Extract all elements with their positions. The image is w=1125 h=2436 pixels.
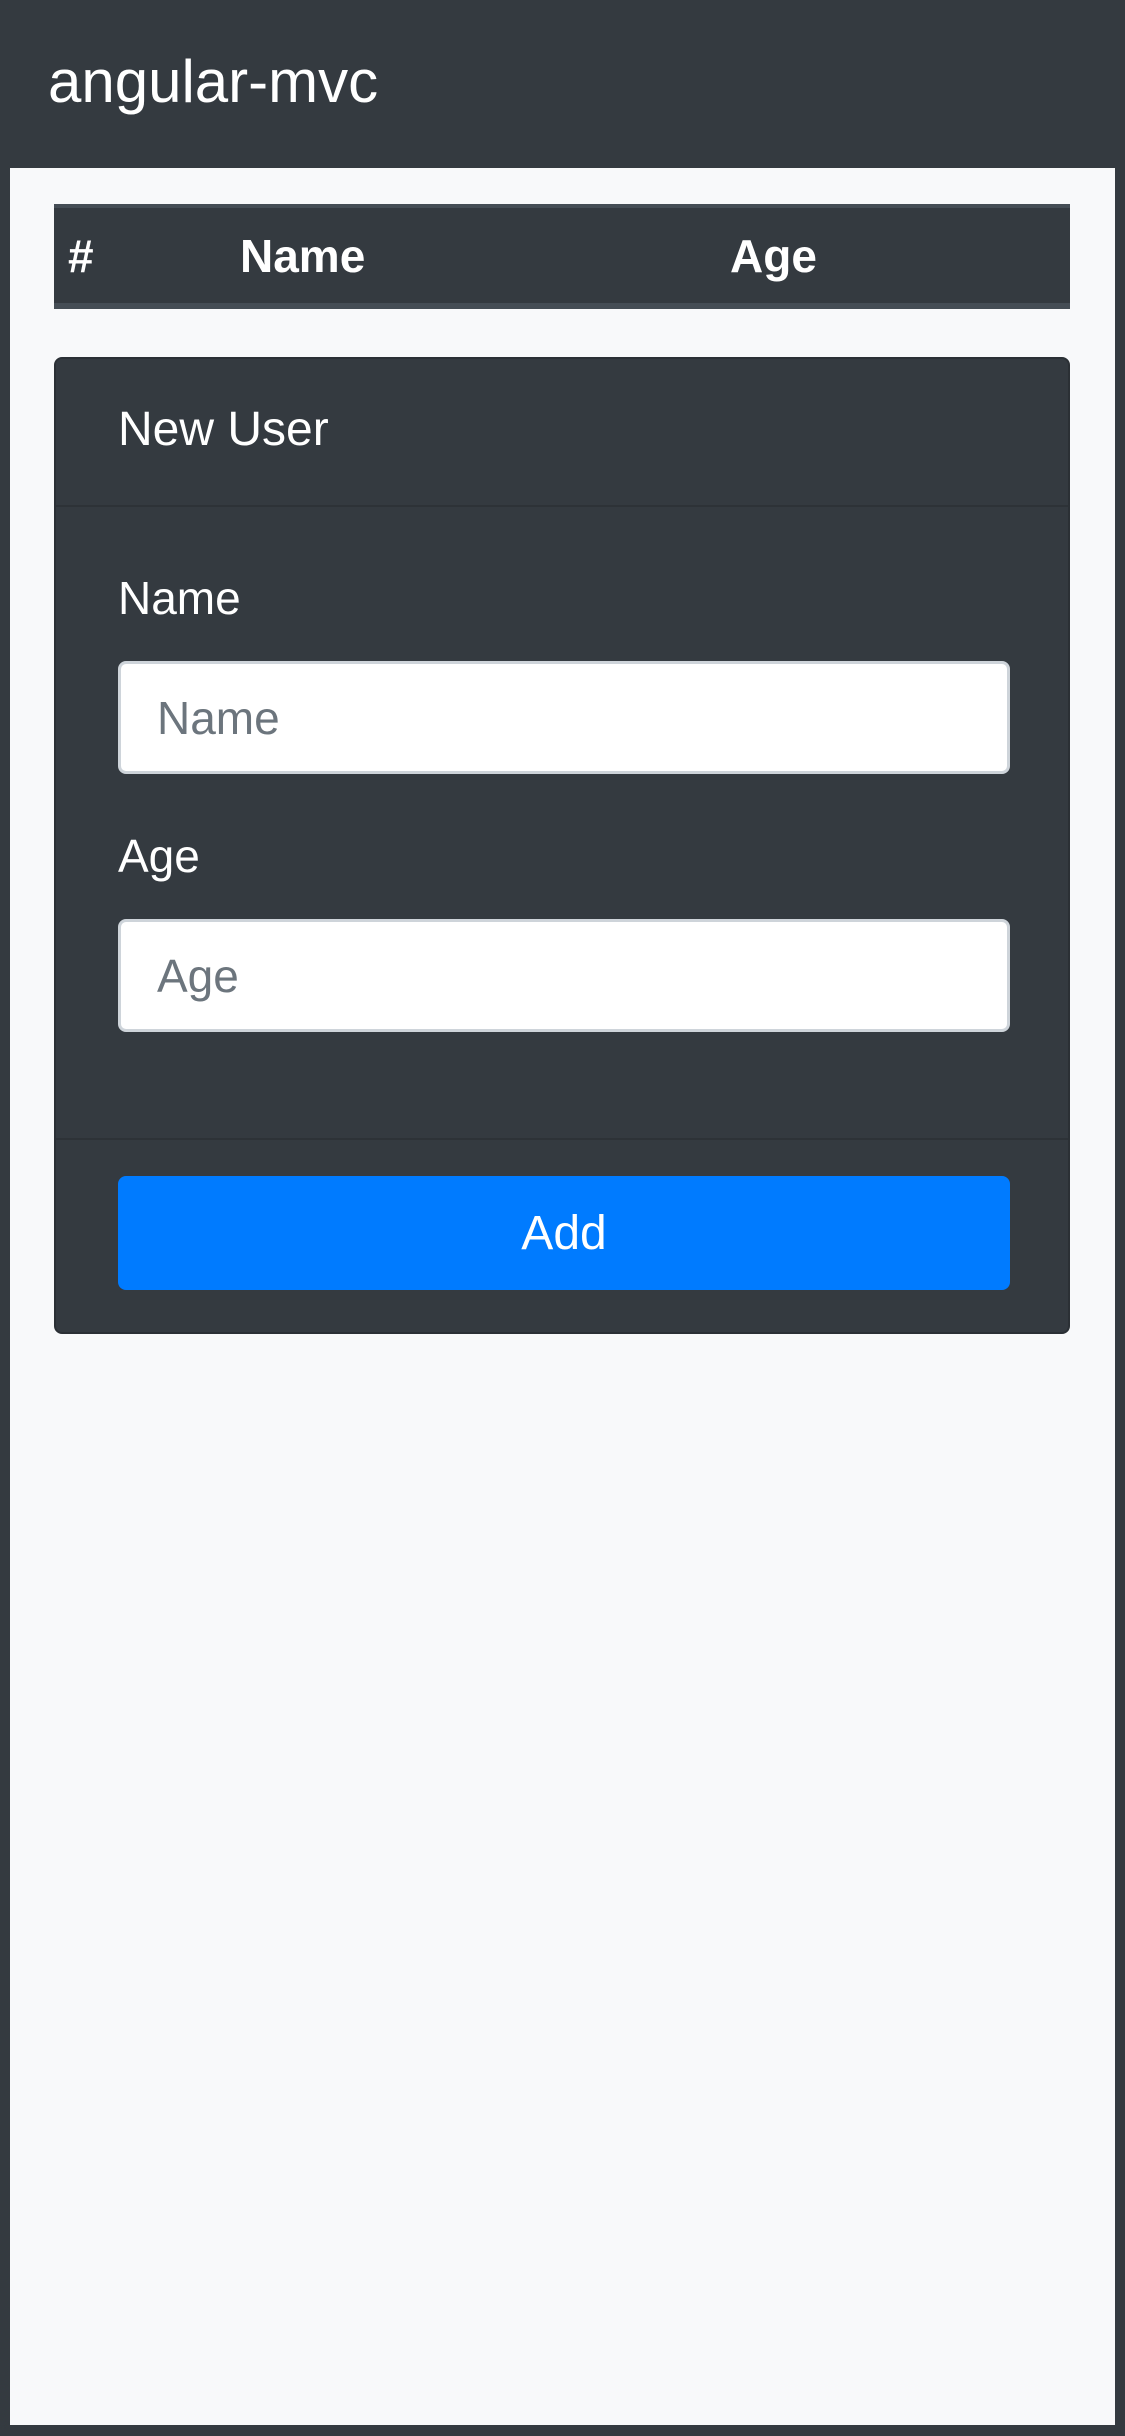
column-header-age: Age: [730, 229, 817, 282]
users-table-header-row: # Name Age: [54, 206, 1070, 306]
column-header-number: #: [68, 229, 94, 282]
age-input[interactable]: [118, 919, 1010, 1032]
new-user-card: New User Name Age Add: [54, 357, 1070, 1334]
card-body: Name Age: [56, 507, 1068, 1140]
main-content: # Name Age New User Name Age Add: [10, 168, 1115, 2425]
add-button[interactable]: Add: [118, 1176, 1010, 1290]
age-label: Age: [118, 830, 200, 882]
card-header: New User: [56, 359, 1068, 507]
app-brand[interactable]: angular-mvc: [48, 52, 378, 112]
users-table-header: # Name Age: [54, 206, 1070, 306]
card-footer: Add: [56, 1140, 1068, 1330]
column-header-name: Name: [240, 229, 366, 282]
users-table: # Name Age: [54, 204, 1070, 309]
card-title: New User: [118, 402, 329, 456]
name-input[interactable]: [118, 661, 1010, 774]
name-label: Name: [118, 572, 241, 624]
navbar: angular-mvc: [0, 0, 1125, 166]
